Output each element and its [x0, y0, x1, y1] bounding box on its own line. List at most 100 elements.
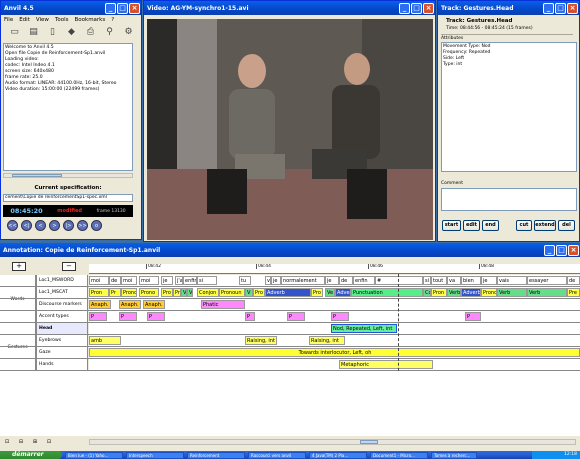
step-back-button[interactable]: <: [35, 220, 46, 231]
category-segment[interactable]: Punctuation: [351, 288, 423, 297]
category-segment[interactable]: V: [245, 288, 253, 297]
menu-help[interactable]: ?: [111, 17, 114, 23]
save-icon[interactable]: ▤: [28, 27, 39, 38]
word-segment[interactable]: si: [423, 276, 431, 285]
word-segment[interactable]: je: [325, 276, 339, 285]
gaze-segment[interactable]: Towards interlocutor, Left, oh: [89, 348, 580, 357]
tier-label[interactable]: Eyebrows: [36, 335, 88, 346]
first-tier-icon[interactable]: ⊡: [0, 439, 14, 445]
accent-segment[interactable]: P: [331, 312, 349, 321]
discourse-segment[interactable]: Anaph.: [119, 300, 141, 309]
start-button[interactable]: start: [442, 220, 461, 231]
track-title-bar[interactable]: Track: Gestures.Head _ □ ×: [438, 1, 579, 15]
minimize-button[interactable]: _: [399, 2, 410, 14]
taskbar-item[interactable]: 4 Java(TM) 2 Pla...: [309, 451, 367, 459]
tier-label[interactable]: Head: [36, 323, 88, 334]
close-button[interactable]: ×: [567, 2, 578, 14]
eyebrow-segment[interactable]: amb: [89, 336, 121, 345]
accent-segment[interactable]: P: [147, 312, 165, 321]
menu-edit[interactable]: Edit: [19, 17, 30, 23]
word-segment[interactable]: de: [339, 276, 353, 285]
maximize-button[interactable]: □: [555, 2, 566, 14]
comment-field[interactable]: [441, 188, 577, 211]
accent-segment[interactable]: P: [287, 312, 305, 321]
discourse-segment[interactable]: Phatic: [201, 300, 245, 309]
category-segment[interactable]: Pro: [311, 288, 323, 297]
category-segment[interactable]: Pron: [89, 288, 109, 297]
hand-gesture-segment[interactable]: Metaphoric: [339, 360, 433, 369]
open-file-icon[interactable]: ▭: [9, 27, 20, 38]
timeline-scrollbar[interactable]: [89, 439, 576, 445]
close-button[interactable]: ×: [568, 244, 579, 256]
play-button[interactable]: >: [49, 220, 60, 231]
menu-view[interactable]: View: [36, 17, 49, 23]
rewind-button[interactable]: <<: [7, 220, 18, 231]
scroll-thumb[interactable]: [12, 174, 62, 177]
head-gesture-segment[interactable]: Nod, Repeated, Left, int: [331, 324, 397, 333]
tier-track[interactable]: amb Raising, int Raising, int: [89, 335, 580, 346]
taskbar-item[interactable]: Bien lue - (1) Yaho...: [65, 451, 123, 459]
find-icon[interactable]: ⚲: [104, 27, 115, 38]
taskbar-item[interactable]: Raccourci vers anvil: [248, 451, 306, 459]
record-button[interactable]: o: [91, 220, 102, 231]
tier-label[interactable]: Loc1_MSWORD: [36, 275, 88, 286]
log-scrollbar[interactable]: [3, 173, 133, 178]
category-segment[interactable]: Prono: [139, 288, 159, 297]
anvil-title-bar[interactable]: Anvil 4.5 _ □ ×: [1, 1, 141, 15]
minimize-button[interactable]: _: [105, 2, 116, 14]
video-frame[interactable]: [147, 19, 433, 240]
word-segment[interactable]: enfin: [183, 276, 197, 285]
category-segment[interactable]: Adverb: [265, 288, 311, 297]
maximize-button[interactable]: □: [556, 244, 567, 256]
word-segment[interactable]: moi: [89, 276, 109, 285]
scroll-thumb[interactable]: [360, 440, 378, 444]
taskbar-item[interactable]: Tomes à recherc...: [431, 451, 477, 459]
category-segment[interactable]: Adverb: [461, 288, 481, 297]
document-icon[interactable]: ▯: [47, 27, 58, 38]
tier-track[interactable]: Towards interlocutor, Left, oh: [89, 347, 580, 358]
tier-label[interactable]: Accent types: [36, 311, 88, 322]
tier-label[interactable]: Hands: [36, 359, 88, 370]
annotation-title-bar[interactable]: Annotation: Copie de Reinforcement-Sp1.a…: [0, 243, 580, 257]
word-segment[interactable]: si: [197, 276, 217, 285]
word-segment[interactable]: bien: [461, 276, 481, 285]
fast-forward-button[interactable]: >>: [77, 220, 88, 231]
edit-button[interactable]: edit: [463, 220, 480, 231]
menu-tools[interactable]: Tools: [55, 17, 69, 23]
word-segment[interactable]: normalement: [281, 276, 325, 285]
menu-file[interactable]: File: [4, 17, 13, 23]
word-segment[interactable]: moi: [139, 276, 159, 285]
start-button[interactable]: démarrer: [0, 451, 62, 459]
close-button[interactable]: ×: [423, 2, 434, 14]
accent-segment[interactable]: P: [89, 312, 107, 321]
word-segment[interactable]: moi: [121, 276, 137, 285]
word-segment[interactable]: vais: [497, 276, 527, 285]
video-title-bar[interactable]: Video: AG-YM-synchro1-15.avi _ □ ×: [144, 1, 435, 15]
word-segment[interactable]: va: [447, 276, 461, 285]
word-segment[interactable]: je: [481, 276, 497, 285]
next-frame-button[interactable]: |>: [63, 220, 74, 231]
end-button[interactable]: end: [482, 220, 499, 231]
category-segment[interactable]: Prono: [121, 288, 137, 297]
taskbar-item[interactable]: Reinforcement: [187, 451, 245, 459]
category-segment[interactable]: Verb: [527, 288, 567, 297]
maximize-button[interactable]: □: [117, 2, 128, 14]
word-segment[interactable]: tu: [239, 276, 251, 285]
last-tier-icon[interactable]: ⊡: [42, 439, 56, 445]
category-segment[interactable]: Pronoun: [219, 288, 245, 297]
minimize-button[interactable]: _: [543, 2, 554, 14]
word-segment[interactable]: tout: [431, 276, 447, 285]
category-segment[interactable]: Pro: [253, 288, 265, 297]
word-segment[interactable]: je: [161, 276, 173, 285]
tier-label[interactable]: Discourse markers: [36, 299, 88, 310]
word-segment[interactable]: j'a: [175, 276, 183, 285]
tier-label[interactable]: Gaze: [36, 347, 88, 358]
category-segment[interactable]: Pre: [567, 288, 580, 297]
category-segment[interactable]: Verb: [447, 288, 461, 297]
eyebrow-segment[interactable]: Raising, int: [309, 336, 345, 345]
extend-button[interactable]: extend: [534, 220, 556, 231]
tier-track[interactable]: Metaphoric: [89, 359, 580, 370]
word-segment[interactable]: je: [271, 276, 281, 285]
tier-track[interactable]: Pron Pr Prono Prono Pro Pro V V Conjon P…: [89, 287, 580, 298]
discourse-segment[interactable]: Anaph.: [143, 300, 165, 309]
